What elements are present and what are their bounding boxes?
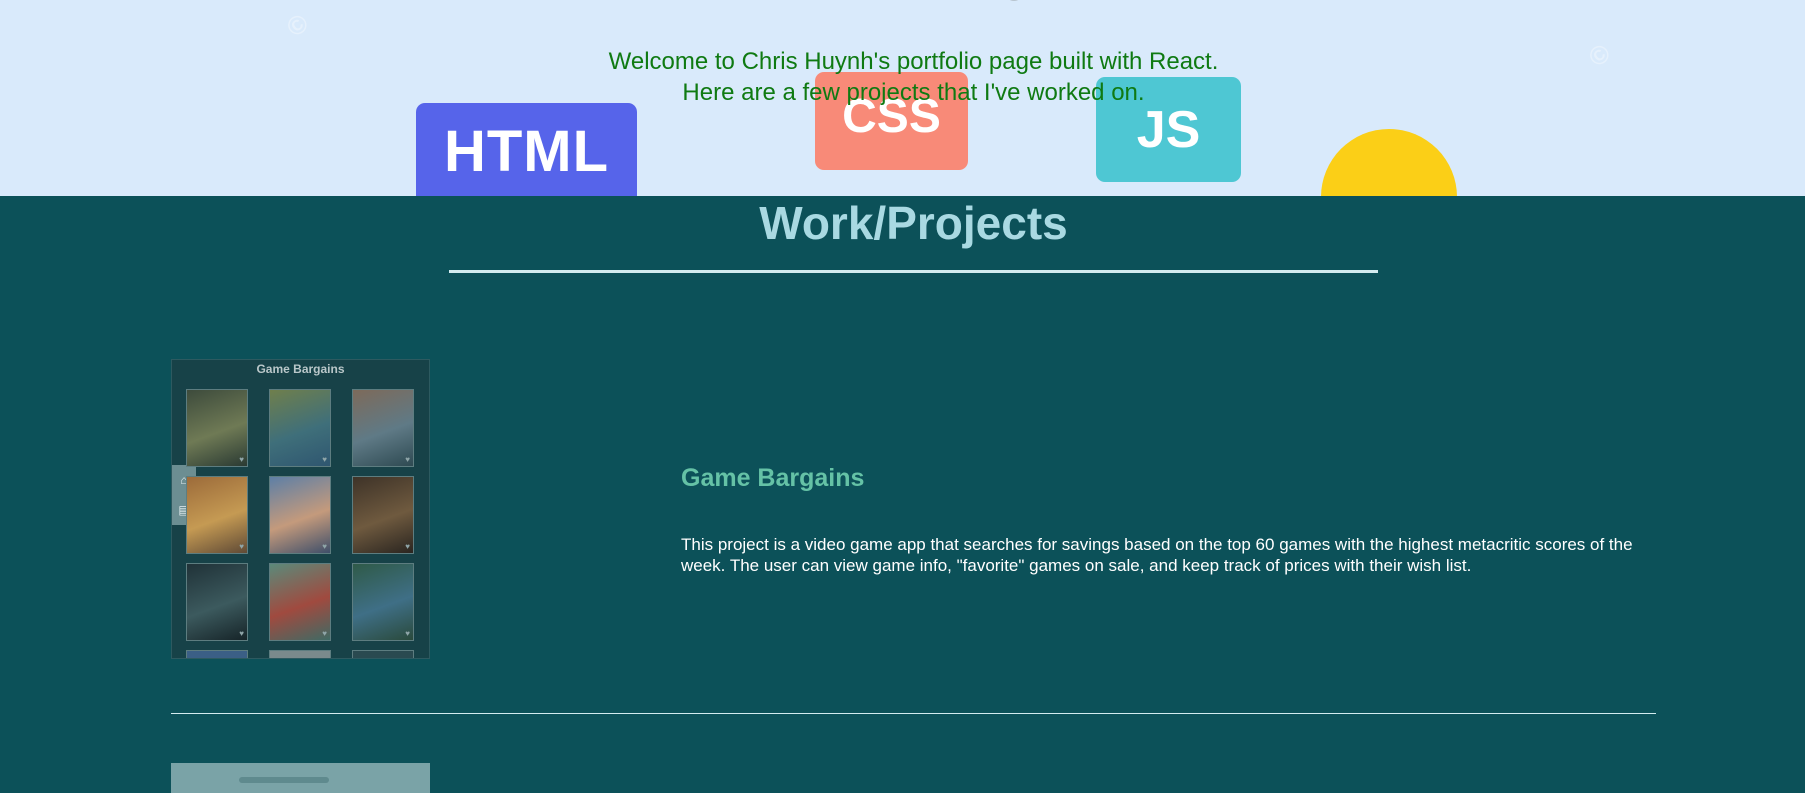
heading-divider: [449, 270, 1378, 273]
heart-icon: ♥: [405, 455, 410, 464]
game-card-thumb: ♥: [352, 563, 414, 641]
heart-icon: ♥: [239, 542, 244, 551]
project-screenshot[interactable]: Game Bargains ⌂ ▤ ♥ ♥ ♥ ♥ ♥ ♥ ♥ ♥ ♥: [171, 359, 430, 659]
game-card-thumb: [269, 650, 331, 658]
js-logo-label: JS: [1136, 100, 1201, 159]
game-card-thumb: ♥: [352, 476, 414, 554]
game-card-thumb: ♥: [352, 389, 414, 467]
heart-icon: ♥: [322, 542, 327, 551]
heart-icon: ♥: [322, 629, 327, 638]
html-logo-tile: HTML: [416, 103, 637, 196]
game-card-thumb: [186, 650, 248, 658]
decorative-dot: [1005, 0, 1023, 1]
heart-icon: ♥: [322, 455, 327, 464]
next-screenshot-header: [239, 777, 329, 783]
game-card-thumb: ♥: [186, 389, 248, 467]
project-description: This project is a video game app that se…: [681, 535, 1633, 575]
heart-icon: ♥: [239, 455, 244, 464]
hero-banner: © © HTML CSS JS Welcome to Chris Huynh's…: [0, 0, 1805, 196]
project-title: Game Bargains: [681, 464, 865, 492]
screenshot-app-title: Game Bargains: [256, 362, 345, 376]
game-card-thumb: ♥: [186, 563, 248, 641]
game-card-thumb: ♥: [269, 476, 331, 554]
game-card-thumb: ♥: [186, 476, 248, 554]
section-heading: Work/Projects: [759, 197, 1068, 249]
heart-icon: ♥: [405, 542, 410, 551]
watermark: ©: [280, 7, 315, 43]
game-card-thumb: [352, 650, 414, 658]
game-card-thumb: ♥: [269, 563, 331, 641]
welcome-message: Welcome to Chris Huynh's portfolio page …: [0, 46, 1805, 108]
heart-icon: ♥: [405, 629, 410, 638]
next-project-screenshot[interactable]: [171, 763, 430, 793]
html-logo-label: HTML: [443, 118, 610, 184]
sun-graphic: [1321, 129, 1457, 196]
screenshot-game-grid: ♥ ♥ ♥ ♥ ♥ ♥ ♥ ♥ ♥: [186, 389, 416, 658]
welcome-line-2: Here are a few projects that I've worked…: [682, 79, 1145, 106]
heart-icon: ♥: [239, 629, 244, 638]
game-card-thumb: ♥: [269, 389, 331, 467]
project-divider: [171, 713, 1656, 714]
welcome-line-1: Welcome to Chris Huynh's portfolio page …: [608, 48, 1219, 75]
